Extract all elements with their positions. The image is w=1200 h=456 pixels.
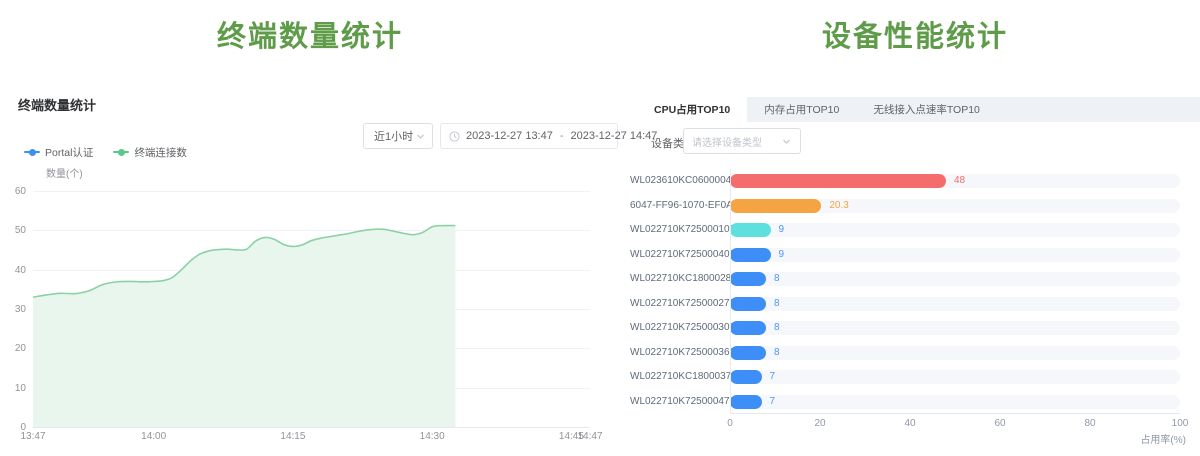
bar-fill <box>730 321 766 335</box>
bar-row-9: WL022710K725000470 7 <box>630 390 1200 415</box>
bar-category-label: WL022710K725000369 <box>630 341 722 366</box>
clock-icon <box>449 131 460 142</box>
y-axis-name: 数量(个) <box>46 165 83 180</box>
device-performance-panel: 设备性能统计 CPU占用TOP10内存占用TOP10无线接入点速率TOP10 设… <box>630 0 1200 456</box>
bar-category-label: 6047-FF96-1070-EF0A <box>630 194 722 219</box>
y-tick-50: 50 <box>0 225 26 236</box>
tab-2[interactable]: 无线接入点速率TOP10 <box>856 97 997 122</box>
bar-category-label: WL022710K725000409 <box>630 243 722 268</box>
time-range-select[interactable]: 近1小时 <box>363 123 433 149</box>
bar-track <box>730 395 1180 409</box>
bar-row-7: WL022710K725000369 8 <box>630 341 1200 366</box>
bar-row-8: WL022710KC18000372 7 <box>630 365 1200 390</box>
bar-category-label: WL022710KC18000280 <box>630 267 722 292</box>
performance-tabs: CPU占用TOP10内存占用TOP10无线接入点速率TOP10 <box>637 97 1200 122</box>
bar-row-1: 6047-FF96-1070-EF0A 20.3 <box>630 194 1200 219</box>
bar-fill <box>730 272 766 286</box>
legend-marker-icon <box>113 151 129 153</box>
left-page-title: 终端数量统计 <box>0 13 620 55</box>
bar-fill <box>730 248 771 262</box>
y-tick-30: 30 <box>0 304 26 315</box>
cpu-top10-bar-chart: WL023610KC06000043 48 6047-FF96-1070-EF0A 2… <box>630 169 1200 414</box>
bar-row-3: WL022710K725000409 9 <box>630 243 1200 268</box>
bar-track <box>730 346 1180 360</box>
bar-x-tick-80: 80 <box>1084 418 1095 429</box>
bar-track <box>730 223 1180 237</box>
bar-x-tick-100: 100 <box>1172 418 1189 429</box>
bar-track <box>730 370 1180 384</box>
bar-value-label: 8 <box>774 292 780 317</box>
x-tick-14:00: 14:00 <box>141 431 166 442</box>
legend-marker-icon <box>24 151 40 153</box>
bar-row-6: WL022710K725000307 8 <box>630 316 1200 341</box>
x-tick-14:30: 14:30 <box>420 431 445 442</box>
bar-x-tick-20: 20 <box>814 418 825 429</box>
bar-row-2: WL022710K725000102 9 <box>630 218 1200 243</box>
bar-value-label: 9 <box>779 218 785 243</box>
x-tick-14:47: 14:47 <box>577 431 602 442</box>
bar-value-label: 9 <box>779 243 785 268</box>
x-tick-13:47: 13:47 <box>20 431 45 442</box>
bar-row-5: WL022710K725000272 8 <box>630 292 1200 317</box>
bar-category-label: WL023610KC06000043 <box>630 169 722 194</box>
bar-value-label: 48 <box>954 169 965 194</box>
bar-value-label: 8 <box>774 341 780 366</box>
bar-track <box>730 248 1180 262</box>
bar-fill <box>730 346 766 360</box>
legend-item-label: Portal认证 <box>45 145 93 160</box>
bar-category-label: WL022710K725000102 <box>630 218 722 243</box>
bar-value-label: 8 <box>774 316 780 341</box>
bar-fill <box>730 174 946 188</box>
bar-value-label: 7 <box>770 365 776 390</box>
bar-x-tick-60: 60 <box>994 418 1005 429</box>
date-range-picker[interactable]: 2023-12-27 13:47 - 2023-12-27 14:47 <box>440 123 618 149</box>
bar-value-label: 8 <box>774 267 780 292</box>
bar-chart-x-axis-name: 占用率(%) <box>1100 431 1186 446</box>
bar-chart-x-axis-line <box>730 413 1180 414</box>
bar-chart-y-axis-line <box>730 169 731 413</box>
y-tick-60: 60 <box>0 186 26 197</box>
bar-track <box>730 272 1180 286</box>
bar-value-label: 7 <box>770 390 776 415</box>
left-chart-header: 终端数量统计 <box>18 95 96 114</box>
bar-category-label: WL022710KC18000372 <box>630 365 722 390</box>
tab-0[interactable]: CPU占用TOP10 <box>637 97 747 122</box>
chevron-down-icon <box>781 136 792 147</box>
bar-row-0: WL023610KC06000043 48 <box>630 169 1200 194</box>
time-range-value: 近1小时 <box>374 128 413 144</box>
bar-fill <box>730 395 762 409</box>
device-type-placeholder: 请选择设备类型 <box>692 134 762 149</box>
bar-fill <box>730 370 762 384</box>
x-tick-14:15: 14:15 <box>280 431 305 442</box>
tab-1[interactable]: 内存占用TOP10 <box>747 97 856 122</box>
legend-item-1[interactable]: 终端连接数 <box>113 145 187 160</box>
line-chart-legend: Portal认证 终端连接数 <box>24 144 187 160</box>
date-range-start: 2023-12-27 13:47 <box>466 130 553 142</box>
bar-fill <box>730 223 771 237</box>
bar-x-tick-40: 40 <box>904 418 915 429</box>
series-area-1 <box>33 226 455 427</box>
device-type-select[interactable]: 请选择设备类型 <box>683 128 801 154</box>
bar-fill <box>730 199 821 213</box>
y-tick-40: 40 <box>0 265 26 276</box>
right-page-title: 设备性能统计 <box>630 13 1200 55</box>
bar-fill <box>730 297 766 311</box>
y-tick-20: 20 <box>0 343 26 354</box>
legend-item-0[interactable]: Portal认证 <box>24 145 93 160</box>
bar-category-label: WL022710K725000470 <box>630 390 722 415</box>
y-tick-10: 10 <box>0 383 26 394</box>
bar-track <box>730 321 1180 335</box>
bar-track <box>730 297 1180 311</box>
legend-item-label: 终端连接数 <box>134 145 187 160</box>
terminal-count-panel: 终端数量统计 终端数量统计 近1小时 2023-12-27 13:47 - 20… <box>0 0 620 456</box>
bar-category-label: WL022710K725000307 <box>630 316 722 341</box>
gridline-y-0 <box>33 427 590 428</box>
chevron-down-icon <box>415 131 426 142</box>
bar-x-tick-0: 0 <box>727 418 733 429</box>
bar-value-label: 20.3 <box>829 194 848 219</box>
bar-row-4: WL022710KC18000280 8 <box>630 267 1200 292</box>
date-range-separator: - <box>560 130 564 142</box>
bar-category-label: WL022710K725000272 <box>630 292 722 317</box>
line-chart-plot <box>33 191 590 427</box>
